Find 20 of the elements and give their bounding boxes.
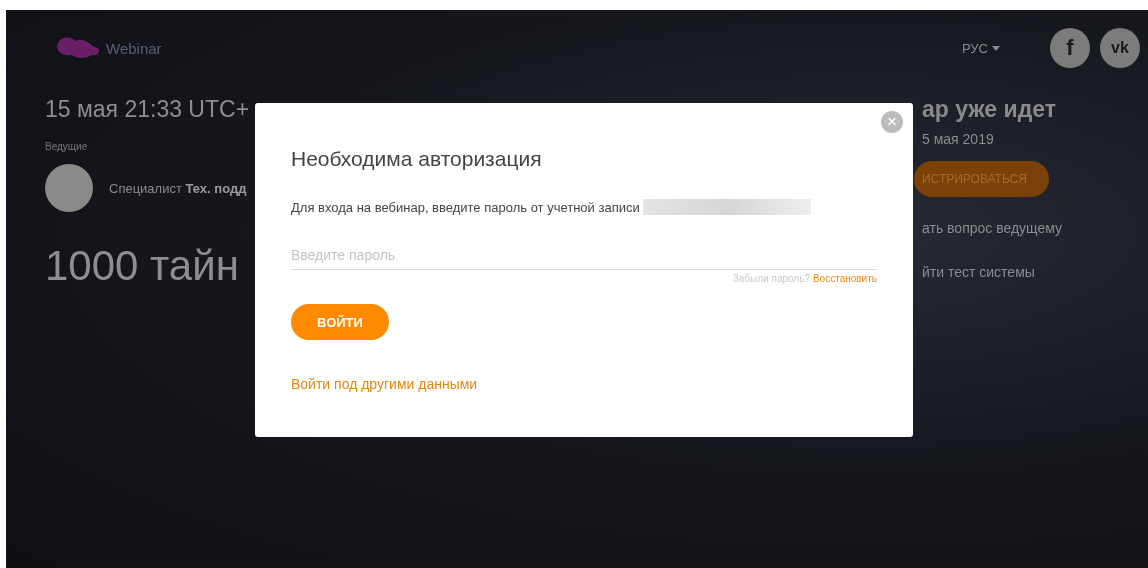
modal-title: Необходима авторизация xyxy=(291,147,542,171)
caret-icon xyxy=(992,45,1000,51)
event-datetime: 15 мая 21:33 UTC+ xyxy=(45,96,250,123)
host-name: Специалист Тех. подд xyxy=(109,180,247,196)
modal-message: Для входа на вебинар, введите пароль от учетной записи xyxy=(291,199,640,215)
restore-link[interactable]: Восстановить xyxy=(812,273,877,284)
logo-text: Webinar xyxy=(106,39,162,57)
login-button[interactable]: ВОЙТИ xyxy=(291,304,389,340)
avatar xyxy=(45,164,93,212)
social-button[interactable]: f xyxy=(1050,28,1090,68)
hosts-label: Ведущие xyxy=(45,141,89,152)
language-selector[interactable]: РУС xyxy=(961,40,1000,56)
other-login-link[interactable]: Войти под другими данными xyxy=(291,376,478,392)
status-heading: ар уже идет xyxy=(922,96,1056,123)
side-link[interactable]: йти тест системы xyxy=(922,264,1035,280)
logo-icon xyxy=(54,35,102,61)
side-link[interactable]: ать вопрос ведущему xyxy=(922,220,1063,236)
event-title: 1000 тайн xyxy=(45,242,240,290)
event-date: 5 мая 2019 xyxy=(922,131,994,147)
social-button[interactable]: vk xyxy=(1100,28,1140,68)
